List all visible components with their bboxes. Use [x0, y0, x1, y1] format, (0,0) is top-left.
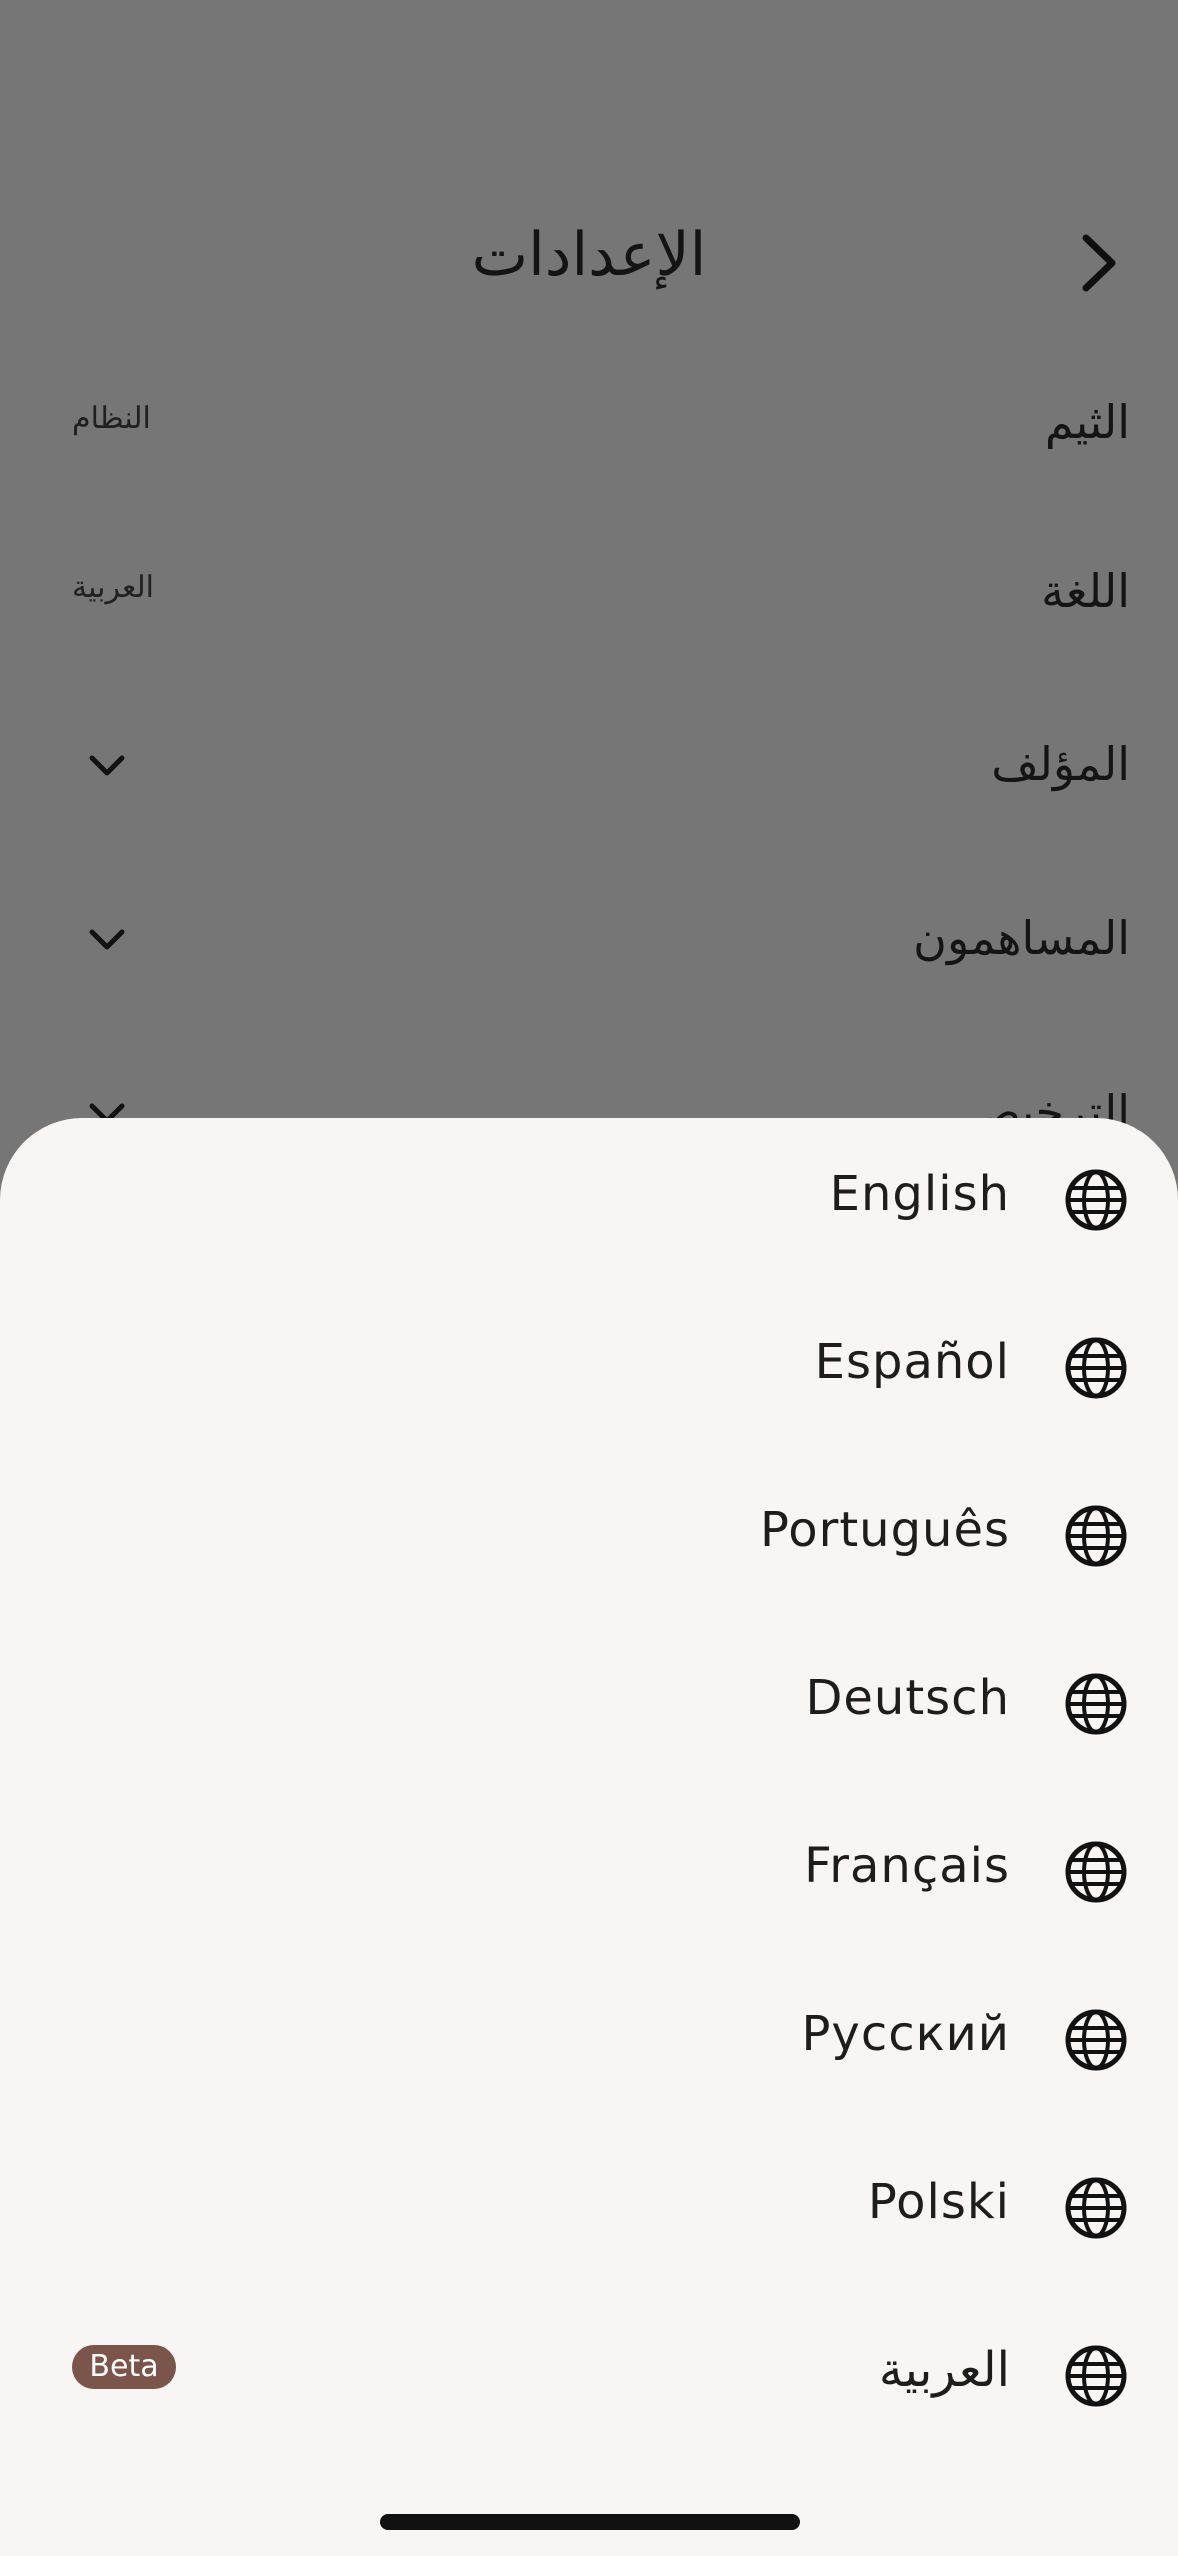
home-indicator [380, 2514, 800, 2530]
language-label: English [829, 1166, 1010, 1222]
language-label: Polski [867, 2174, 1010, 2230]
setting-author[interactable]: المؤلف [0, 737, 1178, 837]
language-bottom-sheet: English Español Português Deutsch França… [0, 1118, 1178, 2556]
globe-icon [1065, 1169, 1127, 1231]
chevron-right-icon[interactable] [1064, 228, 1134, 298]
globe-icon [1065, 1673, 1127, 1735]
setting-label: المؤلف [991, 737, 1130, 791]
language-item-polski[interactable]: Polski [0, 2126, 1178, 2294]
language-label: Français [804, 1838, 1010, 1894]
globe-icon [1065, 1841, 1127, 1903]
language-item-english[interactable]: English [0, 1118, 1178, 1286]
setting-language[interactable]: اللغة العربية [0, 564, 1178, 664]
setting-label: المساهمون [913, 911, 1130, 965]
setting-value: النظام [72, 401, 151, 436]
language-item-russian[interactable]: Русский [0, 1958, 1178, 2126]
chevron-down-icon[interactable] [82, 915, 132, 965]
language-label: Español [814, 1334, 1010, 1390]
chevron-down-icon[interactable] [82, 741, 132, 791]
setting-label: اللغة [1041, 564, 1130, 618]
language-label: Português [759, 1502, 1010, 1558]
setting-contributors[interactable]: المساهمون [0, 911, 1178, 1011]
header: الإعدادات [0, 210, 1178, 310]
language-item-arabic[interactable]: العربية Beta [0, 2294, 1178, 2462]
language-item-portugues[interactable]: Português [0, 1454, 1178, 1622]
language-label: Русский [801, 2006, 1010, 2062]
language-label: العربية [878, 2342, 1010, 2398]
language-item-deutsch[interactable]: Deutsch [0, 1622, 1178, 1790]
page-title: الإعدادات [471, 220, 707, 290]
globe-icon [1065, 1505, 1127, 1567]
globe-icon [1065, 2177, 1127, 2239]
setting-value: العربية [72, 570, 154, 605]
settings-screen: الإعدادات الثيم النظام اللغة العربية الم… [0, 0, 1178, 2556]
language-item-espanol[interactable]: Español [0, 1286, 1178, 1454]
globe-icon [1065, 2009, 1127, 2071]
language-label: Deutsch [805, 1670, 1010, 1726]
setting-theme[interactable]: الثيم النظام [0, 395, 1178, 495]
globe-icon [1065, 2345, 1127, 2407]
language-item-francais[interactable]: Français [0, 1790, 1178, 1958]
beta-badge: Beta [72, 2345, 176, 2389]
setting-label: الثيم [1044, 395, 1130, 449]
globe-icon [1065, 1337, 1127, 1399]
